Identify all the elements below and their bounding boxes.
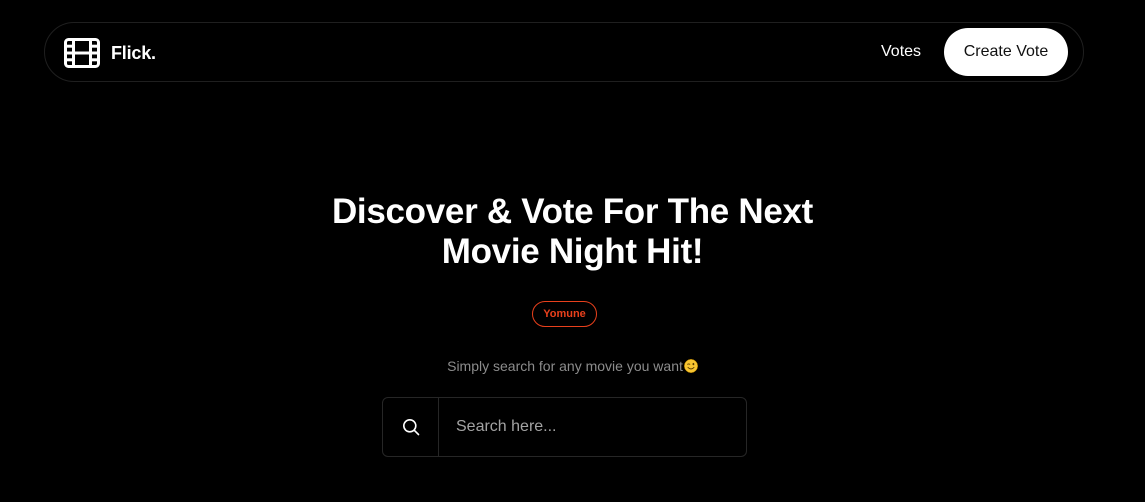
navbar: Flick. Votes Create Vote	[44, 22, 1084, 82]
hero-title-line-2: Movie Night Hit!	[441, 232, 704, 271]
page: Flick. Votes Create Vote Discover & Vote…	[0, 0, 1145, 502]
film-icon	[64, 38, 100, 68]
brand-logo[interactable]: Flick.	[64, 38, 156, 68]
hero-title: Discover & Vote For The Next Movie Night…	[0, 192, 1145, 272]
winking-face-emoji-icon	[683, 358, 698, 374]
search-button[interactable]	[383, 398, 439, 456]
search-bar	[382, 397, 747, 457]
hero-subtitle: Simply search for any movie you want	[0, 358, 1145, 374]
brand-name: Flick.	[111, 42, 156, 63]
search-icon	[402, 418, 420, 436]
search-input[interactable]	[439, 398, 746, 456]
author-tag[interactable]: Yomune	[532, 301, 597, 327]
hero-subtitle-text: Simply search for any movie you want	[447, 358, 683, 374]
hero-title-line-1: Discover & Vote For The Next	[331, 192, 814, 231]
votes-link[interactable]: Votes	[881, 43, 921, 61]
create-vote-button[interactable]: Create Vote	[944, 28, 1068, 76]
